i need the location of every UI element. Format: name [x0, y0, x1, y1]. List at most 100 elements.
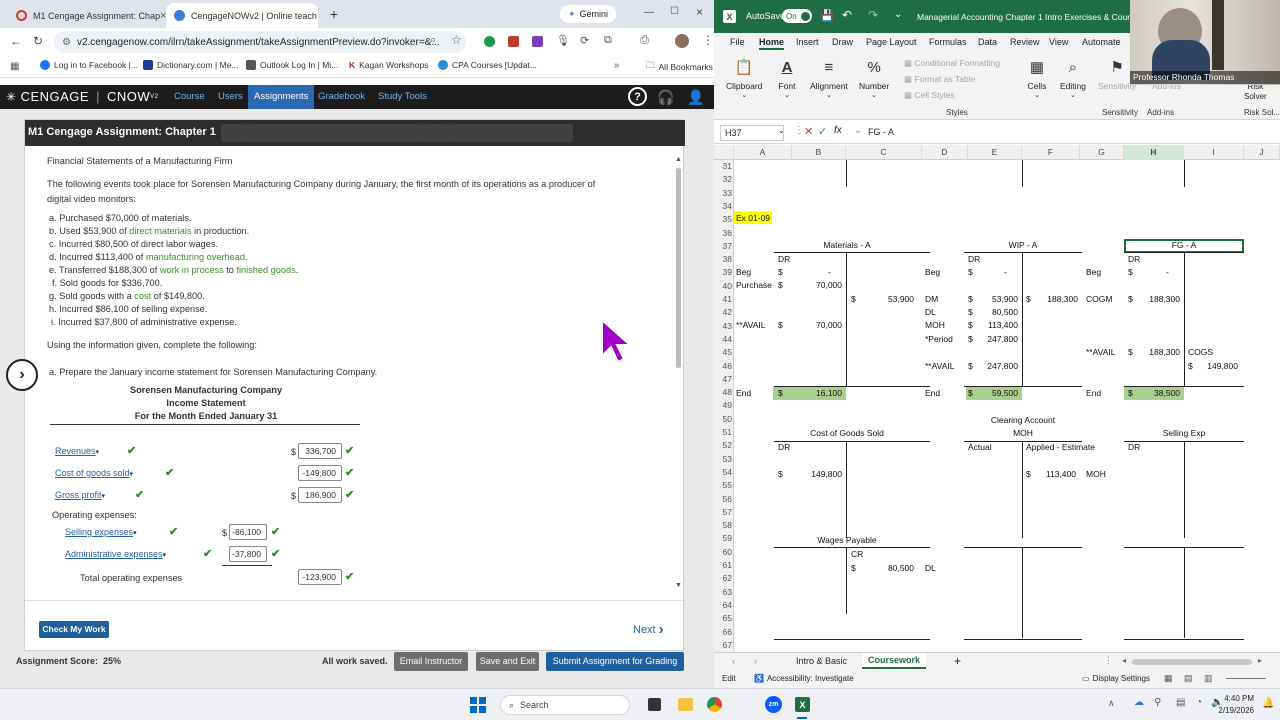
admin-expenses-dropdown[interactable]: Administrative expenses: [65, 549, 166, 559]
column-header[interactable]: A: [734, 145, 792, 160]
column-header[interactable]: C: [846, 145, 922, 160]
autosave-toggle[interactable]: On: [782, 9, 812, 23]
content-scrollbar[interactable]: ▲ ▼: [675, 156, 683, 589]
row-header[interactable]: 36: [714, 228, 734, 238]
row-header[interactable]: 35: [714, 214, 734, 224]
ribbon-tab-data[interactable]: Data: [978, 37, 997, 47]
row-header[interactable]: 61: [714, 560, 734, 570]
normal-view-icon[interactable]: ▦: [1164, 673, 1173, 684]
glossary-link[interactable]: manufacturing overhead: [146, 252, 245, 262]
row-header[interactable]: 41: [714, 294, 734, 304]
moh-account-title[interactable]: MOH: [964, 428, 1082, 438]
risk-solver-button[interactable]: Risk Solver: [1244, 82, 1267, 102]
scroll-right-icon[interactable]: ▸: [1258, 656, 1262, 665]
number-group[interactable]: % Number ⌄: [859, 56, 889, 100]
scroll-left-icon[interactable]: ◂: [1122, 656, 1126, 665]
ribbon-tab-file[interactable]: File: [730, 37, 745, 47]
column-header[interactable]: E: [968, 145, 1022, 160]
row-header[interactable]: 42: [714, 307, 734, 317]
sync-icon[interactable]: ⟳: [580, 34, 589, 47]
row-header[interactable]: 65: [714, 613, 734, 623]
help-icon[interactable]: ?: [628, 87, 647, 106]
tray-app-icon[interactable]: ▤: [1176, 697, 1185, 708]
ribbon-tab-view[interactable]: View: [1049, 37, 1068, 47]
glossary-link[interactable]: finished goods: [236, 265, 295, 275]
ribbon-tab-automate[interactable]: Automate: [1082, 37, 1121, 47]
cancel-entry-icon[interactable]: ✕: [804, 125, 813, 138]
nav-assignments[interactable]: Assignments: [248, 85, 315, 109]
extensions-puzzle-icon[interactable]: ⧉: [604, 34, 612, 47]
revenues-input[interactable]: 336,700: [298, 443, 342, 459]
selling-account-title[interactable]: Selling Exp: [1124, 428, 1244, 438]
gross-profit-input[interactable]: 186,900: [298, 487, 342, 503]
wip-account-title[interactable]: WIP - A: [964, 240, 1082, 250]
row-header[interactable]: 40: [714, 281, 734, 291]
tab-cengagenow[interactable]: CengageNOWv2 | Online teach ×: [166, 3, 318, 28]
row-header[interactable]: 52: [714, 440, 734, 450]
extension-icon[interactable]: [532, 36, 543, 47]
row-header[interactable]: 66: [714, 627, 734, 637]
bookmark-dictionary[interactable]: Dictionary.com | Me...: [143, 60, 238, 70]
question-nav-item[interactable]: [449, 124, 573, 142]
ribbon-tab-review[interactable]: Review: [1010, 37, 1040, 47]
save-icon[interactable]: 💾: [820, 9, 834, 22]
zoom-icon[interactable]: ⌕: [430, 34, 436, 47]
row-header[interactable]: 32: [714, 174, 734, 184]
row-header[interactable]: 38: [714, 254, 734, 264]
column-header[interactable]: B: [792, 145, 846, 160]
row-header[interactable]: 34: [714, 201, 734, 211]
all-bookmarks[interactable]: 🗀 All Bookmarks: [646, 60, 713, 74]
styles-group[interactable]: ▦ Conditional Formatting ▦ Format as Tab…: [904, 56, 1000, 101]
display-settings-button[interactable]: ▭ Display Settings: [1082, 674, 1150, 683]
cell-a35[interactable]: Ex 01-09: [736, 213, 770, 223]
wifi-icon[interactable]: ◔: [1196, 697, 1202, 708]
cogs-dropdown[interactable]: Cost of goods sold: [55, 468, 133, 478]
clipboard-group[interactable]: 📋 Clipboard ⌄: [726, 56, 762, 99]
sheet-tab-intro[interactable]: Intro & Basic: [796, 656, 847, 666]
email-instructor-button[interactable]: Email Instructor: [394, 652, 468, 671]
row-header[interactable]: 48: [714, 387, 734, 397]
row-header[interactable]: 54: [714, 467, 734, 477]
row-header[interactable]: 62: [714, 573, 734, 583]
tab-m1-assignment[interactable]: M1 Cengage Assignment: Chap ×: [8, 3, 166, 28]
cogs-input[interactable]: -149,800: [298, 465, 342, 481]
column-header[interactable]: I: [1184, 145, 1244, 160]
row-header[interactable]: 60: [714, 547, 734, 557]
add-sheet-icon[interactable]: +: [954, 654, 961, 668]
profile-avatar[interactable]: [675, 34, 689, 48]
user-profile-icon[interactable]: 👤: [686, 86, 706, 108]
nav-gradebook[interactable]: Gradebook: [314, 85, 369, 109]
nav-course[interactable]: Course: [170, 85, 209, 109]
maximize-icon[interactable]: ☐: [670, 6, 679, 17]
bookmark-outlook[interactable]: Outlook Log In | Mi...: [246, 60, 338, 70]
taskbar-search[interactable]: ⌕ Search: [500, 695, 630, 715]
selling-expenses-dropdown[interactable]: Selling expenses: [65, 527, 137, 537]
conditional-formatting-button[interactable]: ▦ Conditional Formatting: [904, 58, 1000, 69]
windows-start-icon[interactable]: [470, 697, 486, 713]
page-break-view-icon[interactable]: ▥: [1204, 673, 1213, 684]
column-header[interactable]: F: [1022, 145, 1080, 160]
ribbon-tab-home[interactable]: Home: [759, 37, 785, 50]
ribbon-tab-insert[interactable]: Insert: [796, 37, 819, 47]
more-bookmarks-icon[interactable]: »: [614, 60, 620, 71]
bookmark-cpa[interactable]: CPA Courses [Updat...: [438, 60, 537, 70]
question-nav-item[interactable]: [423, 124, 449, 142]
row-header[interactable]: 51: [714, 427, 734, 437]
extension-icon[interactable]: [484, 36, 495, 47]
row-header[interactable]: 58: [714, 520, 734, 530]
admin-expenses-input[interactable]: -37,800: [229, 546, 267, 562]
browser-menu-icon[interactable]: ⋮: [702, 33, 714, 47]
glossary-link[interactable]: work in process: [160, 265, 224, 275]
editing-group[interactable]: ⌕ Editing ⌄: [1060, 56, 1086, 100]
name-box-dropdown-icon[interactable]: ⌄: [778, 126, 785, 135]
function-icon[interactable]: fx: [834, 125, 842, 136]
materials-account-title[interactable]: Materials - A: [792, 240, 902, 250]
apps-grid-icon[interactable]: ▦: [10, 61, 19, 72]
next-sheet-icon[interactable]: ›: [754, 656, 757, 666]
accessibility-status[interactable]: ♿ Accessibility: Investigate: [754, 674, 854, 683]
row-header[interactable]: 63: [714, 587, 734, 597]
row-header[interactable]: 46: [714, 361, 734, 371]
row-header[interactable]: 33: [714, 188, 734, 198]
close-tab-icon[interactable]: ×: [317, 10, 318, 22]
undo-icon[interactable]: ↶: [842, 8, 852, 22]
